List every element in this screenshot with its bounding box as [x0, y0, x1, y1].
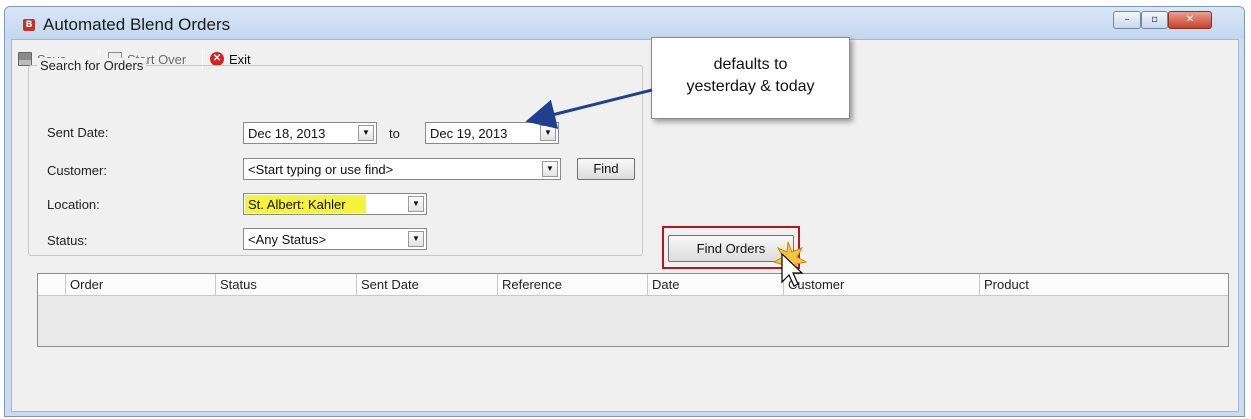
annotation-arrow: [525, 88, 653, 129]
mouse-cursor-icon: [772, 241, 808, 287]
arrow-line: [525, 88, 653, 129]
